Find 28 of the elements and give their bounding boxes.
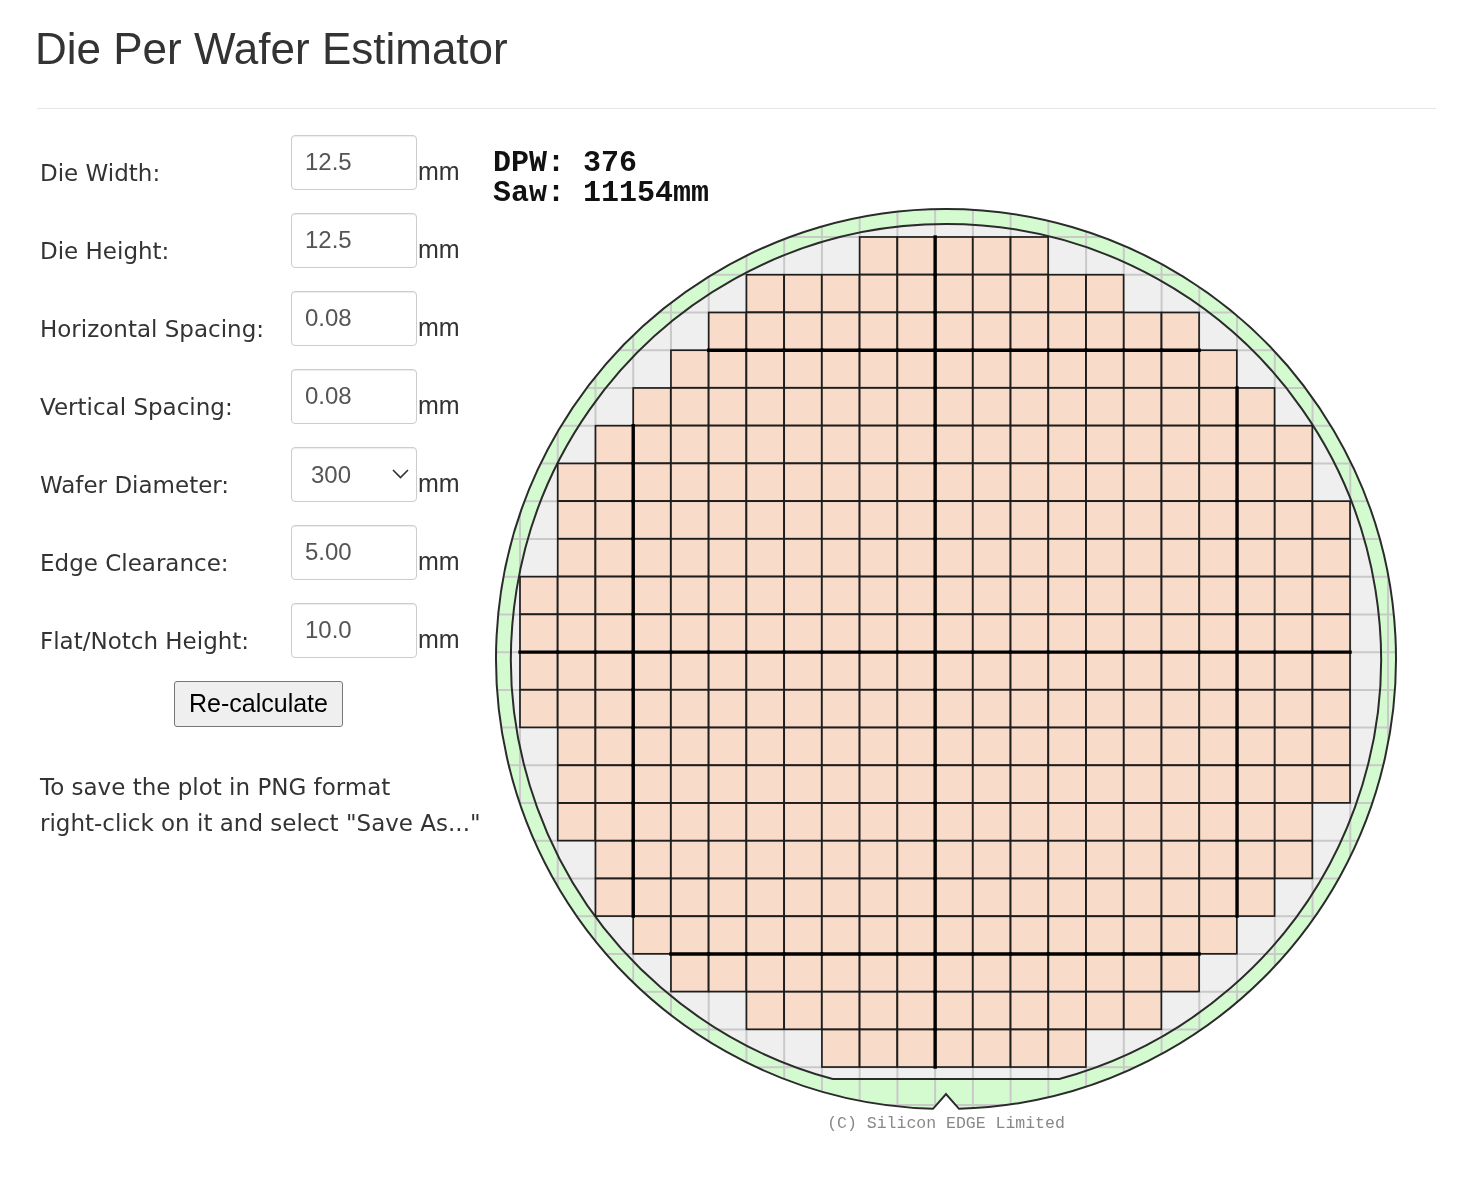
unit-label: mm bbox=[418, 234, 460, 263]
chevron-icon bbox=[392, 468, 409, 479]
plot-stat-text: DPW: 376 bbox=[493, 147, 638, 178]
field-label: Edge Clearance: bbox=[39, 548, 230, 577]
input-field[interactable]: 10.0 bbox=[291, 602, 417, 658]
page-title: Die Per Wafer Estimator bbox=[35, 23, 509, 75]
input-field[interactable]: 0.08 bbox=[291, 290, 417, 346]
field-label: Vertical Spacing: bbox=[39, 392, 234, 421]
unit-label: mm bbox=[418, 624, 460, 653]
field-label: Wafer Diameter: bbox=[39, 470, 231, 499]
field-label: Horizontal Spacing: bbox=[39, 314, 265, 343]
plot-stat-text: Saw: 11154mm bbox=[493, 177, 710, 208]
recalculate-button[interactable]: Re-calculate bbox=[174, 680, 343, 727]
input-field[interactable]: 5.00 bbox=[291, 524, 417, 580]
save-hint-text: To save the plot in PNG format right-click on it and select "Save As..." bbox=[40, 772, 482, 838]
input-field[interactable]: 0.08 bbox=[291, 368, 417, 424]
input-field[interactable]: 12.5 bbox=[291, 212, 417, 268]
unit-label: mm bbox=[418, 156, 460, 185]
select-field[interactable]: 300 bbox=[291, 446, 417, 502]
copyright-text: (C) Silicon EDGE Limited bbox=[827, 1113, 1065, 1134]
field-label: Die Height: bbox=[39, 236, 171, 265]
field-label: Flat/Notch Height: bbox=[39, 626, 251, 655]
input-field[interactable]: 12.5 bbox=[291, 134, 417, 190]
unit-label: mm bbox=[418, 546, 460, 575]
unit-label: mm bbox=[418, 390, 460, 419]
unit-label: mm bbox=[418, 468, 460, 497]
unit-label: mm bbox=[418, 312, 460, 341]
field-label: Die Width: bbox=[39, 158, 162, 187]
